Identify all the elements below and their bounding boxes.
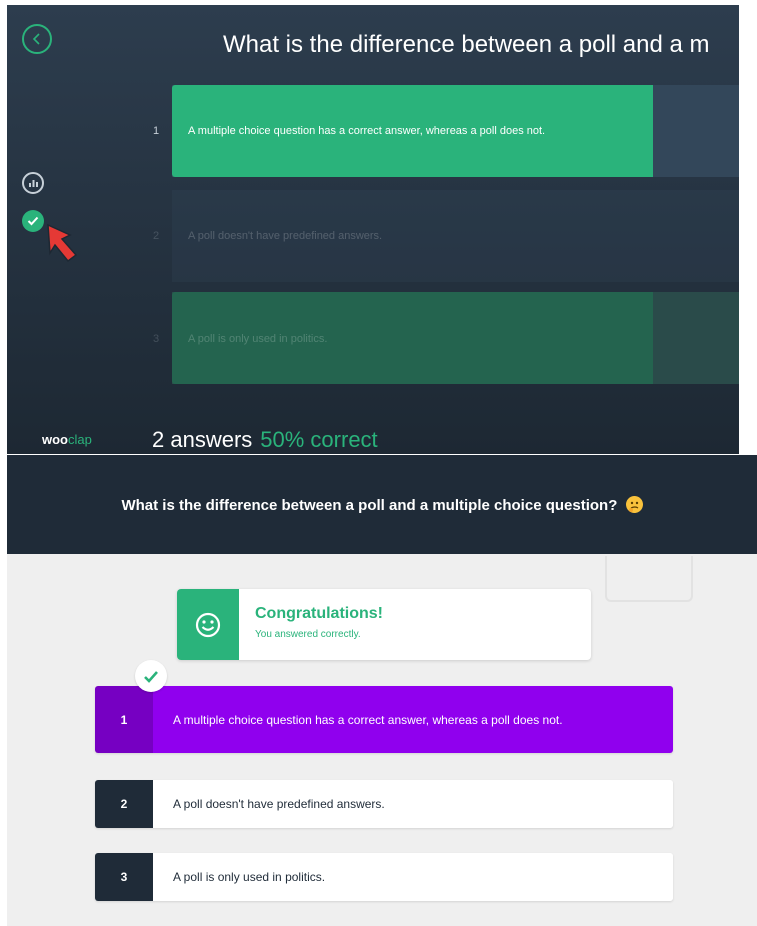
participant-content: Congratulations! You answered correctly.… <box>7 554 757 926</box>
decorative-calendar-icon <box>605 556 693 602</box>
back-button[interactable] <box>22 24 52 54</box>
option-text: A multiple choice question has a correct… <box>188 125 546 137</box>
presenter-question-title: What is the difference between a poll an… <box>223 31 710 58</box>
option-number: 2 <box>153 230 160 242</box>
selected-answer-check-icon <box>135 660 167 692</box>
chevron-left-icon <box>32 33 40 45</box>
answer-option-1[interactable]: 1 A multiple choice question has a corre… <box>95 686 673 753</box>
answer-text: A poll doesn't have predefined answers. <box>153 780 673 828</box>
answer-stats: 2 answers 50% correct <box>152 427 378 453</box>
pointer-arrow-icon <box>47 223 78 263</box>
answer-option-2[interactable]: 2 A poll doesn't have predefined answers… <box>95 780 673 828</box>
answer-number: 3 <box>95 853 153 901</box>
participant-question-title: What is the difference between a poll an… <box>121 495 643 514</box>
congrats-title: Congratulations! <box>255 605 383 622</box>
option-number: 3 <box>153 333 160 345</box>
wooclap-logo: wooclap <box>42 432 92 447</box>
answer-text: A poll is only used in politics. <box>153 853 673 901</box>
results-chart-button[interactable] <box>22 172 44 194</box>
answers-count: 2 answers <box>152 427 253 452</box>
percent-correct: 50% correct <box>260 427 378 452</box>
option-number: 1 <box>153 125 160 137</box>
answer-text: A multiple choice question has a correct… <box>153 686 673 753</box>
answer-number: 2 <box>95 780 153 828</box>
option-text: A poll doesn't have predefined answers. <box>188 230 383 242</box>
participant-header: What is the difference between a poll an… <box>7 455 757 554</box>
answer-number: 1 <box>95 686 153 753</box>
congrats-subtitle: You answered correctly. <box>255 629 361 640</box>
answer-option-3[interactable]: 3 A poll is only used in politics. <box>95 853 673 901</box>
show-correct-answer-button[interactable] <box>22 210 44 232</box>
option-text: A poll is only used in politics. <box>188 333 328 345</box>
smiley-badge <box>177 589 239 660</box>
check-icon <box>27 216 39 226</box>
smiley-icon <box>195 612 221 637</box>
bar-chart-icon <box>28 180 38 187</box>
congratulations-card: Congratulations! You answered correctly. <box>177 589 591 660</box>
thinking-face-icon <box>625 495 643 513</box>
presenter-view: What is the difference between a poll an… <box>7 5 739 454</box>
